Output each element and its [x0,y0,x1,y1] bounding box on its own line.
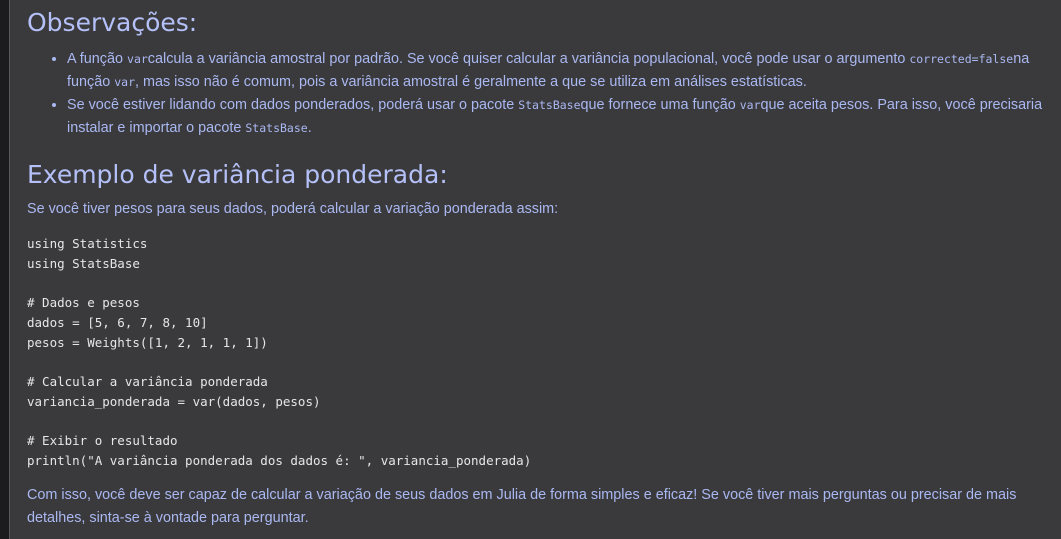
bullet-text: , mas isso não é comum, pois a variância… [135,74,807,90]
inline-code: var [739,98,761,112]
observations-heading: Observações: [27,8,198,37]
code-block[interactable]: using Statistics using StatsBase # Dados… [27,234,1043,470]
bullet-text: que fornece uma função [580,97,740,113]
intro-paragraph: Se você tiver pesos para seus dados, pod… [27,201,559,217]
inline-code: var [127,52,148,66]
bullet-text: A função [67,51,128,67]
inline-code: StatsBase [245,121,308,135]
inline-code: var [114,75,135,89]
inline-code: corrected=false [909,52,1014,66]
chat-message-panel: Observações: A função varcalcula a variâ… [9,0,1061,539]
bullet-text: . [307,120,312,136]
inline-code: StatsBase [518,98,581,112]
list-item: A função varcalcula a variância amostral… [67,48,1043,94]
observations-list: A função varcalcula a variância amostral… [27,48,1043,140]
closing-paragraph: Com isso, você deve ser capaz de calcula… [27,487,1017,527]
bullet-text: calcula a variância amostral por padrão.… [147,51,910,67]
bullet-text: Se você estiver lidando com dados ponder… [67,97,519,113]
weighted-variance-heading: Exemplo de variância ponderada: [27,160,448,189]
list-item: Se você estiver lidando com dados ponder… [67,94,1043,140]
